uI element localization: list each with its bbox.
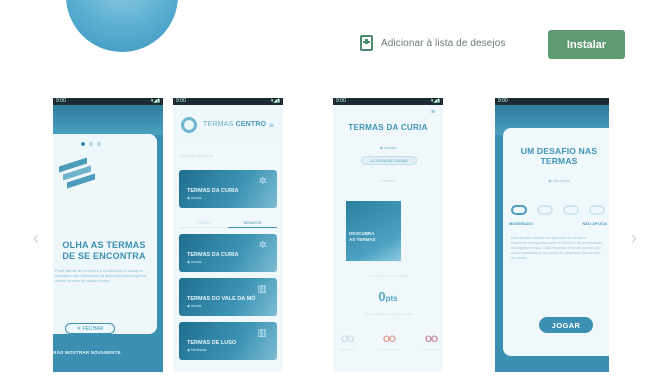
terma-tile[interactable]: ✲ TERMAS DA CURIA ◉ Anadia xyxy=(179,234,277,272)
bookmark-add-icon xyxy=(360,35,373,51)
terma-tile[interactable]: ✲ TERMAS DA CURIA ◉ Anadia xyxy=(179,170,277,208)
menu-icon[interactable]: ≡ xyxy=(269,121,274,130)
status-bar: 9:00 ▾◢▮ xyxy=(53,98,163,105)
screenshot-1[interactable]: 9:00 ▾◢▮ OLHA AS TERMAS DE SE ENCONTRA P… xyxy=(53,98,163,372)
wishlist-button[interactable]: Adicionar à lista de desejos xyxy=(360,33,506,53)
tab-bar: TERMAS DESAFIOS xyxy=(179,218,277,228)
challenge-photo[interactable]: DESCUBRA AS TERMAS xyxy=(346,201,401,261)
status-icons: ▾◢▮ xyxy=(430,98,440,104)
app-icon xyxy=(66,0,178,52)
status-bar: 9:00 ▾◢▮ xyxy=(173,98,283,105)
section-label: Escolha as termas xyxy=(181,153,214,158)
category-pill[interactable]: A CURIA AS CURAS xyxy=(361,156,417,165)
menu-icon[interactable]: ≡ xyxy=(431,109,435,116)
terma-tile[interactable]: ▥ TERMAS DE LUSO ◉ Mealhada xyxy=(179,322,277,360)
score-caption: Pontuação total obtida xyxy=(368,273,408,278)
difficulty-labels: MODERADO NÃO APLICA xyxy=(509,221,607,226)
difficulty-icon xyxy=(511,205,527,215)
page-indicator xyxy=(81,142,101,146)
onboarding-text: Pode alterar as termas e a localização a… xyxy=(55,268,147,283)
challenge-title: UM DESAFIO NAS TERMAS xyxy=(520,146,598,166)
close-button[interactable]: ✕ FECHAR xyxy=(65,323,115,334)
wishlist-label: Adicionar à lista de desejos xyxy=(381,37,506,49)
difficulty-icon xyxy=(589,205,605,215)
difficulty-icons xyxy=(511,205,605,215)
status-bar: 9:00 ▾◢▮ xyxy=(333,98,443,105)
brand-name: TERMAS CENTRO xyxy=(203,121,267,128)
tab-desafios[interactable]: DESAFIOS xyxy=(228,218,277,228)
location-label: ◉ Vila Nova xyxy=(548,178,570,183)
difficulty-icon xyxy=(563,205,579,215)
badge-labels: INICIANTE INTERMÉDIO AVANÇADO xyxy=(339,348,439,352)
badge-icon: OO xyxy=(341,334,354,344)
section-label: Desafios xyxy=(380,178,396,183)
palm-icon: ✲ xyxy=(258,176,267,187)
badge-row: OO OO OO xyxy=(341,334,438,344)
difficulty-icon xyxy=(537,205,553,215)
building-icon: ▥ xyxy=(257,284,267,295)
carousel-prev-icon[interactable]: ‹ xyxy=(28,228,44,248)
status-bar: 9:00 ▾◢▮ xyxy=(495,98,609,211)
building-icon: ▥ xyxy=(257,328,267,339)
badge-icon: OO xyxy=(424,334,438,344)
onboarding-headline: OLHA AS TERMAS DE SE ENCONTRA xyxy=(62,240,146,261)
carousel-next-icon[interactable]: › xyxy=(626,228,642,248)
screenshot-2[interactable]: 9:00 ▾◢▮ TERMAS CENTRO ≡ Escolha as term… xyxy=(173,98,283,372)
install-button[interactable]: Instalar xyxy=(548,30,625,59)
header-background xyxy=(53,105,163,135)
status-icons: ▾◢▮ xyxy=(150,98,160,104)
achievements-caption: Conquistas desbloqueadas xyxy=(363,311,413,316)
challenge-description: Este desafio consiste em percorrer as te… xyxy=(511,236,603,260)
screenshot-4[interactable]: 9:00 ▾◢▮ UM DESAFIO NAS TERMAS ◉ Vila No… xyxy=(495,98,609,372)
tab-termas[interactable]: TERMAS xyxy=(179,218,228,228)
points-value: 0pts xyxy=(378,289,398,304)
location-label: ◉ Anadia xyxy=(379,145,397,150)
badge-icon: OO xyxy=(382,334,396,344)
map-illustration-icon xyxy=(55,157,99,192)
play-button[interactable]: JOGAR xyxy=(539,317,593,333)
dont-show-again-link[interactable]: NÃO MOSTRAR NOVAMENTE xyxy=(53,350,121,355)
terma-title: TERMAS DA CURIA xyxy=(348,123,428,132)
status-icons: ▾◢▮ xyxy=(270,98,280,104)
screenshot-3[interactable]: 9:00 ▾◢▮ ≡ TERMAS DA CURIA ◉ Anadia A CU… xyxy=(333,98,443,372)
logo-icon xyxy=(181,117,197,133)
app-store-page: Adicionar à lista de desejos Instalar ‹ … xyxy=(0,0,652,381)
palm-icon: ✲ xyxy=(258,240,267,251)
terma-tile[interactable]: ▥ TERMAS DO VALE DA MÓ ◉ Anadia xyxy=(179,278,277,316)
